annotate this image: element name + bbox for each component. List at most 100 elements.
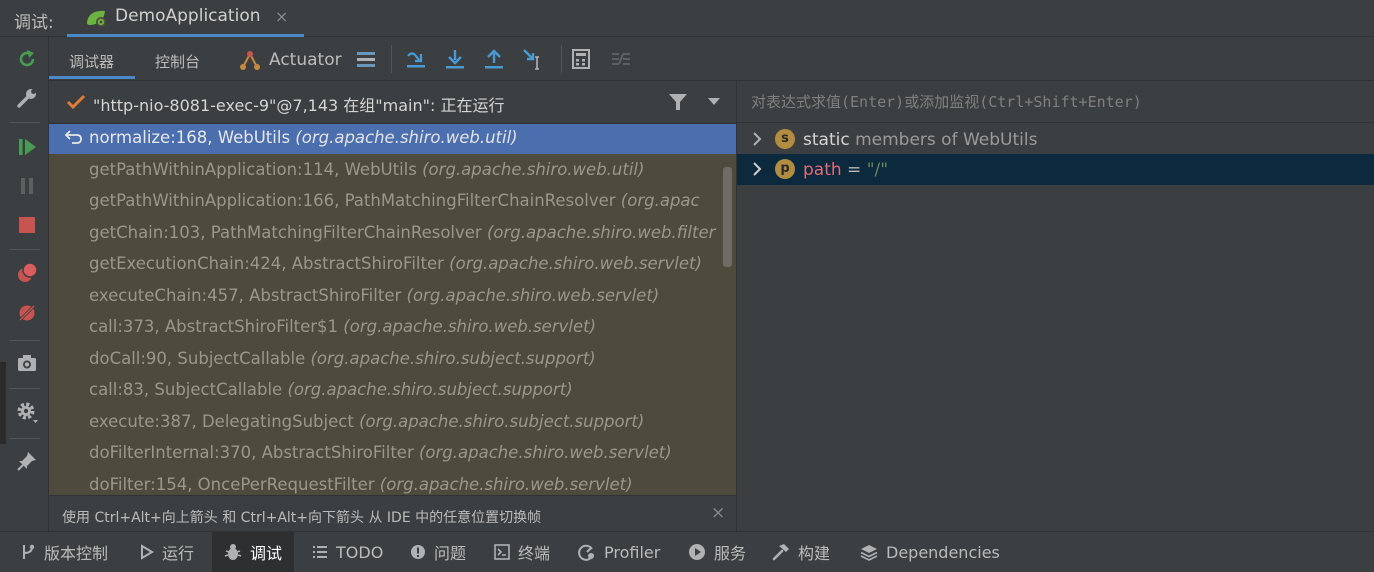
view-breakpoints-button[interactable] (14, 260, 40, 286)
stack-frame-row[interactable]: getPathWithinApplication:114, WebUtils (… (49, 156, 736, 186)
check-icon (66, 94, 86, 110)
mute-breakpoints-button[interactable] (14, 300, 40, 326)
tool-version-control[interactable]: 版本控制 (14, 532, 114, 572)
step-into-button[interactable] (443, 47, 467, 71)
hammer-icon (772, 544, 789, 561)
pin-icon (17, 452, 36, 471)
stack-frame-row[interactable]: execute:387, DelegatingSubject (org.apac… (49, 408, 736, 438)
variable-row-static[interactable]: s static members of WebUtils (737, 124, 1374, 155)
stack-frame-row[interactable]: normalize:168, WebUtils (org.apache.shir… (49, 124, 736, 154)
tool-label: Dependencies (886, 542, 1000, 562)
stack-frame-row[interactable]: executeChain:457, AbstractShiroFilter (o… (49, 282, 736, 312)
wrench-icon (17, 89, 36, 108)
run-to-cursor-button[interactable] (521, 47, 545, 71)
return-arrow-icon (64, 130, 82, 144)
frame-package: (org.apache.shiro.web.servlet) (418, 443, 672, 462)
show-execution-point-button[interactable] (404, 47, 428, 71)
variable-equals: = (841, 160, 867, 180)
tool-services[interactable]: 服务 (682, 532, 752, 572)
stack-frame-row[interactable]: getExecutionChain:424, AbstractShiroFilt… (49, 250, 736, 280)
static-badge-icon: s (775, 129, 795, 149)
frame-switch-hint: 使用 Ctrl+Alt+向上箭头 和 Ctrl+Alt+向下箭头 从 IDE 中… (49, 495, 736, 531)
spring-boot-icon (87, 10, 106, 27)
thread-label: "http-nio-8081-exec-9"@7,143 在组"main": 正… (93, 96, 505, 115)
rerun-icon (19, 50, 35, 67)
tool-debug[interactable]: 调试 (212, 532, 294, 572)
tool-label: 构建 (798, 544, 831, 563)
gear-icon (17, 402, 38, 423)
stack-frame-row[interactable]: call:83, SubjectCallable (org.apache.shi… (49, 376, 736, 406)
profiler-icon (578, 544, 594, 561)
tab-debugger[interactable]: 调试器 (69, 51, 114, 72)
tool-label: 问题 (434, 544, 467, 563)
chevron-down-icon[interactable] (706, 95, 722, 109)
frame-package: (org.apache.shiro.web.util) (422, 159, 645, 179)
stack-frame-row[interactable]: getPathWithinApplication:166, PathMatchi… (49, 187, 736, 217)
vertical-scrollbar[interactable] (723, 167, 732, 267)
active-tab-underline (49, 76, 135, 79)
close-tab-icon[interactable]: × (275, 7, 288, 26)
tab-actuator-icon-wrap[interactable] (238, 48, 262, 72)
step-out-button[interactable] (482, 47, 506, 71)
run-configuration-name: DemoApplication (115, 6, 261, 26)
tool-profiler[interactable]: Profiler (572, 532, 666, 572)
filter-icon[interactable] (667, 91, 689, 113)
layout-settings-button[interactable] (354, 47, 378, 71)
pause-program-button[interactable] (14, 173, 40, 199)
menu-icon (357, 52, 375, 67)
breakpoints-icon (18, 262, 38, 282)
stack-frame-row[interactable]: getChain:103, PathMatchingFilterChainRes… (49, 219, 736, 249)
settings-button[interactable] (14, 399, 40, 425)
show-execution-point-icon (407, 52, 425, 68)
stop-button[interactable] (14, 212, 40, 238)
frame-method: getPathWithinApplication:166, PathMatchi… (89, 191, 616, 210)
expand-arrow-icon[interactable] (751, 160, 763, 178)
camera-icon (18, 355, 36, 371)
pause-icon (21, 178, 33, 194)
step-into-icon (446, 50, 464, 69)
tab-console[interactable]: 控制台 (155, 51, 200, 72)
modify-run-configuration-button[interactable] (14, 85, 40, 111)
stack-frame-list[interactable]: normalize:168, WebUtils (org.apache.shir… (49, 124, 736, 495)
tool-label: 服务 (714, 544, 747, 563)
trace-current-stream-button[interactable] (609, 47, 633, 71)
tool-run[interactable]: 运行 (134, 532, 200, 572)
thread-selector[interactable]: "http-nio-8081-exec-9"@7,143 在组"main": 正… (49, 81, 736, 124)
close-hint-icon[interactable]: × (711, 503, 725, 523)
evaluate-expression-input[interactable] (737, 81, 1374, 123)
tab-actuator[interactable]: Actuator (269, 50, 342, 70)
tool-problems[interactable]: 问题 (404, 532, 472, 572)
tool-dependencies[interactable]: Dependencies (854, 532, 1006, 572)
tool-build[interactable]: 构建 (766, 532, 836, 572)
tool-todo[interactable]: TODO (306, 532, 389, 572)
step-out-icon (485, 49, 503, 69)
run-configuration-tab[interactable]: DemoApplication × (67, 0, 304, 37)
mute-breakpoints-icon (17, 303, 37, 323)
tool-label: 终端 (518, 544, 551, 563)
play-icon (141, 544, 154, 560)
frame-package: (org.apache.shiro.subject.support) (359, 411, 645, 431)
tool-label: 版本控制 (44, 544, 109, 563)
pin-tab-button[interactable] (14, 448, 40, 474)
variable-row-path[interactable]: p path = "/" (737, 154, 1374, 185)
rerun-button[interactable] (14, 46, 40, 72)
calculator-icon (572, 49, 590, 69)
services-icon (689, 544, 705, 560)
expand-arrow-icon[interactable] (751, 130, 763, 148)
tool-label: 调试 (250, 544, 283, 563)
tool-label: TODO (336, 542, 384, 562)
evaluate-expression-button[interactable] (569, 47, 593, 71)
tool-terminal[interactable]: 终端 (488, 532, 556, 572)
variables-panel: s static members of WebUtils p path = "/… (737, 81, 1374, 531)
resume-program-button[interactable] (14, 134, 40, 160)
frame-method: call:373, AbstractShiroFilter$1 (89, 317, 339, 336)
frame-package: (org.apache.shiro.web.servlet) (449, 254, 702, 273)
stack-frame-row[interactable]: call:373, AbstractShiroFilter$1 (org.apa… (49, 313, 736, 343)
stack-frame-row[interactable]: doCall:90, SubjectCallable (org.apache.s… (49, 345, 736, 375)
frame-method: getExecutionChain:424, AbstractShiroFilt… (89, 254, 444, 273)
stack-frame-row[interactable]: doFilter:154, OncePerRequestFilter (org.… (49, 471, 736, 496)
stack-frame-row[interactable]: doFilterInternal:370, AbstractShiroFilte… (49, 439, 736, 469)
get-thread-dump-button[interactable] (14, 350, 40, 376)
frame-method: getPathWithinApplication:114, WebUtils (89, 159, 417, 179)
layers-icon (860, 545, 878, 561)
